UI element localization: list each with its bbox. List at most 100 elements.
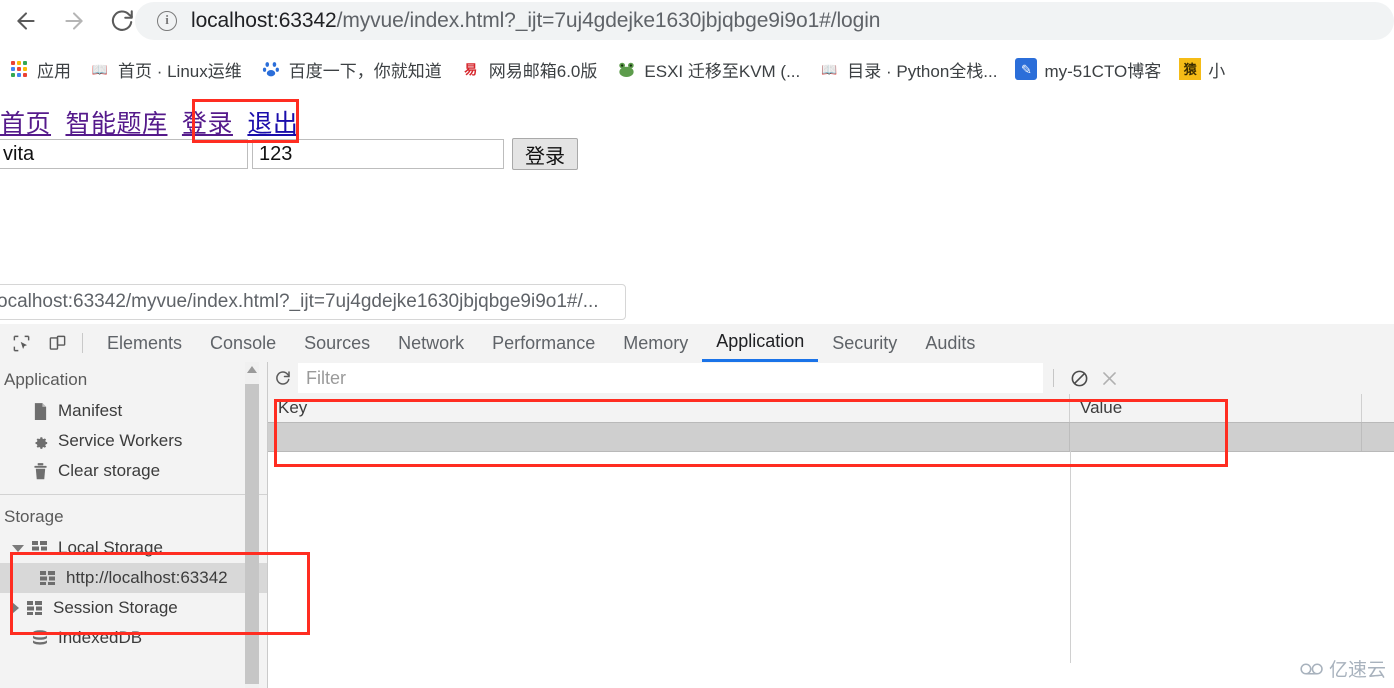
pen-icon: ✎ [1015, 58, 1038, 80]
baidu-paw-icon [260, 58, 282, 80]
back-arrow-icon[interactable] [6, 1, 46, 41]
bookmark-netease-mail[interactable]: 易 网易邮箱6.0版 [460, 57, 598, 82]
bookmark-51cto-blog[interactable]: ✎ my-51CTO博客 [1015, 57, 1161, 82]
bookmark-label: ESXI 迁移至KVM (... [644, 61, 801, 81]
url-text: localhost:63342/myvue/index.html?_ijt=7u… [191, 9, 880, 33]
tab-memory[interactable]: Memory [609, 324, 702, 362]
book-icon: 📖 [91, 61, 109, 77]
forward-arrow-icon[interactable] [54, 1, 94, 41]
chevron-right-icon[interactable] [12, 602, 19, 614]
storage-key-value-table: Key Value [268, 394, 1394, 688]
sidebar-item-service-workers[interactable]: Service Workers [0, 426, 267, 456]
nav-link-login[interactable]: 登录 [182, 110, 233, 138]
browser-toolbar: i localhost:63342/myvue/index.html?_ijt=… [0, 0, 1394, 42]
sidebar-item-session-storage[interactable]: Session Storage [0, 593, 267, 623]
scrollbar-thumb[interactable] [245, 384, 259, 684]
sidebar-item-label: Service Workers [58, 431, 183, 450]
filter-placeholder: Filter [306, 367, 346, 388]
column-header-value[interactable]: Value [1070, 394, 1362, 422]
sidebar-item-clear-storage[interactable]: Clear storage [0, 456, 267, 486]
login-form: 登录 [0, 138, 578, 170]
yuan-icon: 猿 [1179, 58, 1202, 80]
tab-console[interactable]: Console [196, 324, 290, 362]
tab-elements[interactable]: Elements [93, 324, 196, 362]
inspected-page-url: ocalhost:63342/myvue/index.html?_ijt=7uj… [0, 291, 599, 312]
nav-link-home[interactable]: 首页 [0, 110, 51, 138]
bookmark-label: 目录 · Python全栈... [847, 61, 998, 81]
sidebar-item-label: Session Storage [53, 598, 178, 617]
tab-sources[interactable]: Sources [290, 324, 384, 362]
bookmark-label: 百度一下，你就知道 [288, 61, 442, 81]
nav-link-logout[interactable]: 退出 [247, 110, 298, 138]
bookmark-yuan[interactable]: 猿 小 [1179, 57, 1225, 82]
table-cell-key[interactable] [268, 423, 1070, 451]
inspected-page-tab[interactable]: ocalhost:63342/myvue/index.html?_ijt=7uj… [0, 284, 626, 320]
sidebar-item-localhost-origin[interactable]: http://localhost:63342 [0, 563, 267, 593]
watermark: 亿速云 [1299, 655, 1386, 682]
sidebar-item-label: Local Storage [58, 538, 163, 557]
filter-input[interactable]: Filter [298, 363, 1043, 393]
scroll-up-arrow-icon[interactable] [247, 366, 257, 373]
bookmark-baidu[interactable]: 百度一下，你就知道 [260, 57, 442, 82]
bookmark-label: 网易邮箱6.0版 [488, 61, 598, 81]
site-info-icon[interactable]: i [157, 11, 177, 31]
database-icon [30, 628, 50, 648]
apps-grid-icon [8, 58, 30, 80]
bookmark-esxi-kvm[interactable]: ESXI 迁移至KVM (... [615, 57, 800, 82]
column-resize-handle[interactable] [1070, 451, 1071, 663]
devtools-panel: ocalhost:63342/myvue/index.html?_ijt=7uj… [0, 274, 1394, 688]
storage-grid-icon [30, 538, 50, 558]
page-nav-links: 首页 智能题库 登录 退出 [0, 104, 305, 140]
inspect-element-icon[interactable] [6, 328, 36, 358]
table-cell-value[interactable] [1070, 423, 1362, 451]
toolbar-divider [82, 333, 83, 353]
nav-link-question-bank[interactable]: 智能题库 [65, 110, 167, 138]
toolbar-divider [1053, 369, 1054, 387]
manifest-page-icon [30, 401, 50, 421]
bookmark-apps[interactable]: 应用 [8, 57, 71, 82]
tab-application[interactable]: Application [702, 324, 819, 362]
tab-audits[interactable]: Audits [911, 324, 989, 362]
storage-toolbar: Filter [268, 362, 1394, 395]
gear-icon [30, 431, 50, 451]
application-sidebar: Application Manifest Service Workers Cle… [0, 362, 268, 688]
sidebar-scrollbar[interactable] [245, 362, 259, 688]
tab-network[interactable]: Network [384, 324, 478, 362]
column-header-key[interactable]: Key [268, 394, 1070, 422]
username-input[interactable] [0, 139, 248, 169]
address-bar[interactable]: i localhost:63342/myvue/index.html?_ijt=… [135, 2, 1394, 40]
sidebar-section-application: Application [4, 370, 88, 389]
page-viewport: 首页 智能题库 登录 退出 登录 [0, 94, 1394, 274]
clear-all-icon[interactable] [1064, 363, 1094, 393]
chevron-down-icon[interactable] [12, 544, 24, 552]
bookmark-linux-home[interactable]: 📖 首页 · Linux运维 [89, 57, 242, 82]
sidebar-separator [0, 494, 267, 495]
table-row[interactable] [268, 423, 1394, 452]
storage-grid-icon [25, 598, 45, 618]
bookmarks-bar: 应用 📖 首页 · Linux运维 百度一下，你就知道 易 网易邮箱6.0版 E… [0, 46, 1394, 92]
password-input[interactable] [252, 139, 504, 169]
watermark-text: 亿速云 [1328, 660, 1386, 681]
delete-selected-icon[interactable] [1094, 363, 1124, 393]
tab-security[interactable]: Security [818, 324, 911, 362]
tab-performance[interactable]: Performance [478, 324, 609, 362]
device-toolbar-icon[interactable] [42, 328, 72, 358]
netease-mail-icon: 易 [464, 61, 478, 77]
login-button[interactable]: 登录 [512, 138, 578, 170]
sidebar-item-label: Clear storage [58, 461, 161, 480]
sidebar-item-indexeddb[interactable]: IndexedDB [0, 623, 267, 653]
bookmark-python-catalog[interactable]: 📖 目录 · Python全栈... [818, 57, 997, 82]
storage-grid-icon [38, 568, 58, 588]
sidebar-item-label: Manifest [58, 401, 123, 420]
table-header-row: Key Value [268, 394, 1394, 423]
url-path: /myvue/index.html?_ijt=7uj4gdejke1630jbj… [336, 9, 881, 32]
refresh-icon[interactable] [268, 363, 298, 393]
bookmark-label: 首页 · Linux运维 [118, 61, 242, 81]
trash-icon [30, 461, 50, 481]
book-icon: 📖 [821, 61, 838, 77]
storage-main-panel: Filter Key Value [268, 362, 1394, 688]
devtools-tabbar: Elements Console Sources Network Perform… [0, 324, 1394, 363]
sidebar-item-local-storage[interactable]: Local Storage [0, 533, 267, 563]
sidebar-item-manifest[interactable]: Manifest [0, 396, 267, 426]
bookmark-label: my-51CTO博客 [1044, 61, 1162, 81]
